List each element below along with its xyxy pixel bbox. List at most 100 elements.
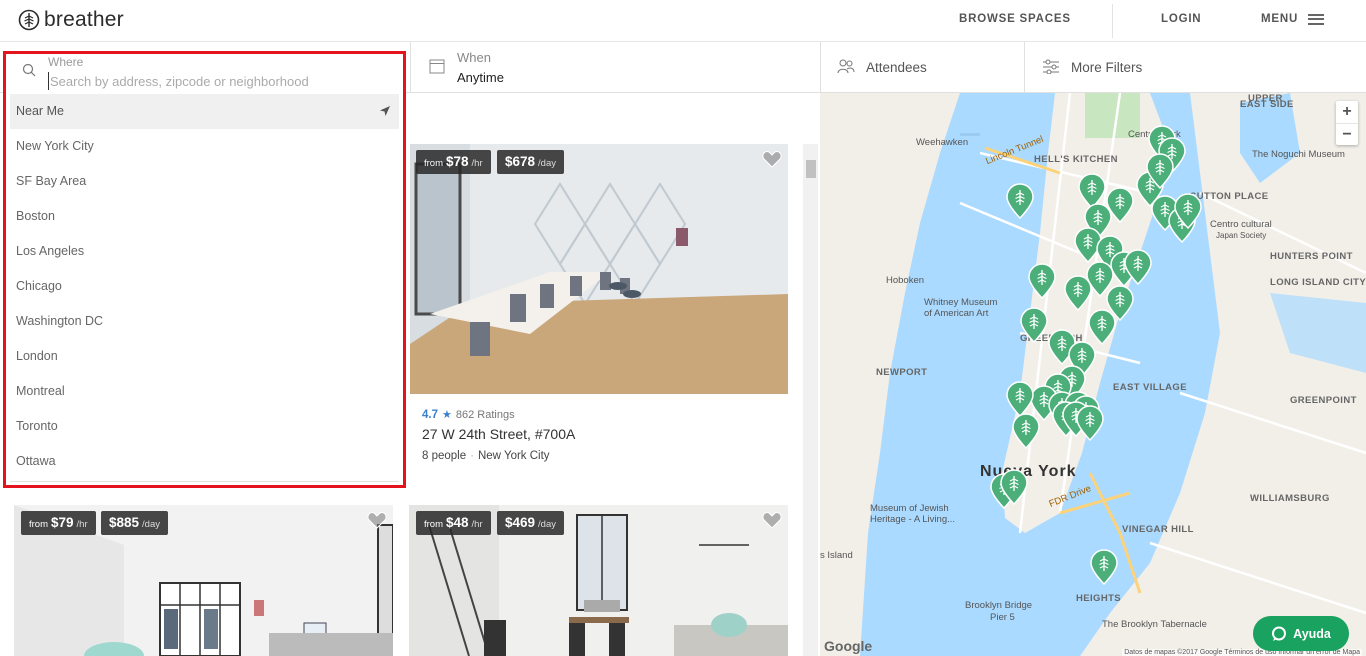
browse-spaces-link[interactable]: BROWSE SPACES: [959, 13, 1071, 25]
map-pin-icon[interactable]: [1173, 193, 1203, 229]
sliders-icon: [1043, 59, 1059, 74]
help-chat-button[interactable]: Ayuda: [1253, 616, 1349, 651]
login-link[interactable]: LOGIN: [1161, 13, 1201, 25]
where-search-input[interactable]: [48, 72, 388, 90]
dropdown-divider: [10, 481, 399, 482]
google-logo[interactable]: Google: [824, 638, 872, 654]
map-label: Centro cultural: [1210, 219, 1272, 230]
city-label: New York City: [16, 139, 94, 153]
listing-card[interactable]: from $48 /hr $469 /day: [409, 505, 788, 656]
when-label: When: [457, 50, 491, 65]
city-item-montreal[interactable]: Montreal: [10, 374, 399, 409]
attendees-label: Attendees: [866, 60, 927, 75]
daily-price-badge: $678 /day: [497, 150, 565, 174]
attendees-filter[interactable]: Attendees: [820, 42, 1024, 93]
map-label: HEIGHTS: [1076, 593, 1122, 604]
city-item-chicago[interactable]: Chicago: [10, 269, 399, 304]
price-unit: /hr: [471, 158, 483, 169]
hourly-price: $48: [446, 515, 469, 530]
hourly-price: $78: [446, 154, 469, 169]
menu-button[interactable]: MENU: [1261, 13, 1325, 25]
city-item-london[interactable]: London: [10, 339, 399, 374]
map-pin-icon[interactable]: [1005, 183, 1035, 219]
favorite-heart-icon[interactable]: [762, 511, 782, 529]
map-label: Pier 5: [990, 612, 1015, 623]
zoom-control: + −: [1336, 101, 1358, 145]
city-item-washington-dc[interactable]: Washington DC: [10, 304, 399, 339]
map-pin-icon[interactable]: [999, 469, 1029, 505]
daily-price: $469: [505, 515, 536, 530]
map-pin-icon[interactable]: [1019, 307, 1049, 343]
map-label: EAST SIDE: [1240, 99, 1294, 110]
city-item-ottawa[interactable]: Ottawa: [10, 444, 399, 479]
nav-divider: [1112, 4, 1113, 38]
hourly-price: $79: [51, 515, 74, 530]
city-label: Near Me: [16, 104, 64, 118]
hamburger-icon: [1308, 13, 1325, 25]
calendar-icon: [429, 59, 445, 74]
city-label: Los Angeles: [16, 244, 85, 258]
map-pin-icon[interactable]: [1027, 263, 1057, 299]
when-value: Anytime: [457, 70, 504, 85]
where-label: Where: [48, 55, 84, 69]
listing-card[interactable]: from $78 /hr $678 /day 4.7 ★ 862 Ratings…: [410, 144, 788, 474]
map-label: Heritage - A Living...: [870, 514, 956, 525]
listing-city: New York City: [477, 450, 550, 462]
map-pin-icon[interactable]: [1105, 187, 1135, 223]
where-dropdown-body: Where Near Me New York City SF Bay Area …: [10, 55, 399, 482]
listings-scroll-thumb[interactable]: [806, 160, 816, 178]
daily-price-badge: $469 /day: [497, 511, 565, 535]
city-item-new-york[interactable]: New York City: [10, 129, 399, 164]
map-pin-icon[interactable]: [1005, 381, 1035, 417]
listing-card[interactable]: from $79 /hr $885 /day: [14, 505, 393, 656]
zoom-in-button[interactable]: +: [1336, 101, 1358, 123]
city-label: Ottawa: [16, 454, 56, 468]
map-label: HELL'S KITCHEN: [1034, 154, 1118, 165]
map-pin-icon[interactable]: [1123, 249, 1153, 285]
daily-price: $678: [505, 154, 536, 169]
map-label: WILLIAMSBURG: [1250, 493, 1330, 504]
listing-address[interactable]: 27 W 24th Street, #700A: [422, 426, 575, 442]
tree-logo-icon: [18, 9, 40, 31]
city-label: Montreal: [16, 384, 65, 398]
city-label: SF Bay Area: [16, 174, 87, 188]
map-pin-icon[interactable]: [1087, 309, 1117, 345]
search-icon: [22, 63, 36, 77]
map-label: of American Art: [924, 308, 989, 319]
city-item-toronto[interactable]: Toronto: [10, 409, 399, 444]
city-item-sf-bay-area[interactable]: SF Bay Area: [10, 164, 399, 199]
map-label: Hoboken: [886, 275, 925, 286]
map-label: NEWPORT: [876, 367, 928, 378]
map-label: HUNTERS POINT: [1270, 251, 1353, 262]
city-label: Washington DC: [16, 314, 104, 328]
price-prefix: from: [424, 519, 443, 530]
listing-photo[interactable]: [410, 144, 788, 394]
map-label: s Island: [820, 550, 853, 561]
menu-label: MENU: [1261, 13, 1299, 25]
city-label: Toronto: [16, 419, 58, 433]
map-label: LONG ISLAND CITY: [1270, 277, 1366, 288]
map-label: The Noguchi Museum: [1252, 149, 1345, 160]
map-pin-icon[interactable]: [1145, 153, 1175, 189]
map-pin-icon[interactable]: [1089, 549, 1119, 585]
hourly-price-badge: from $79 /hr: [21, 511, 96, 535]
favorite-heart-icon[interactable]: [367, 511, 387, 529]
zoom-out-button[interactable]: −: [1336, 123, 1358, 145]
more-filters-button[interactable]: More Filters: [1024, 42, 1366, 93]
logo-text: breather: [44, 8, 124, 31]
map-label: VINEGAR HILL: [1122, 524, 1194, 535]
rating-value: 4.7: [422, 408, 438, 421]
hourly-price-badge: from $78 /hr: [416, 150, 491, 174]
city-item-boston[interactable]: Boston: [10, 199, 399, 234]
when-filter[interactable]: When Anytime: [410, 42, 820, 93]
map-pin-icon[interactable]: [1011, 413, 1041, 449]
city-item-los-angeles[interactable]: Los Angeles: [10, 234, 399, 269]
map-label: Museum of Jewish: [870, 503, 949, 514]
map-view[interactable]: Weehawken HELL'S KITCHEN Central Park UP…: [820, 93, 1366, 656]
listings-scrollbar[interactable]: [803, 144, 818, 656]
price-prefix: from: [29, 519, 48, 530]
favorite-heart-icon[interactable]: [762, 150, 782, 168]
breather-logo[interactable]: breather: [18, 8, 124, 32]
city-item-near-me[interactable]: Near Me: [10, 94, 399, 129]
map-pin-icon[interactable]: [1075, 405, 1105, 441]
